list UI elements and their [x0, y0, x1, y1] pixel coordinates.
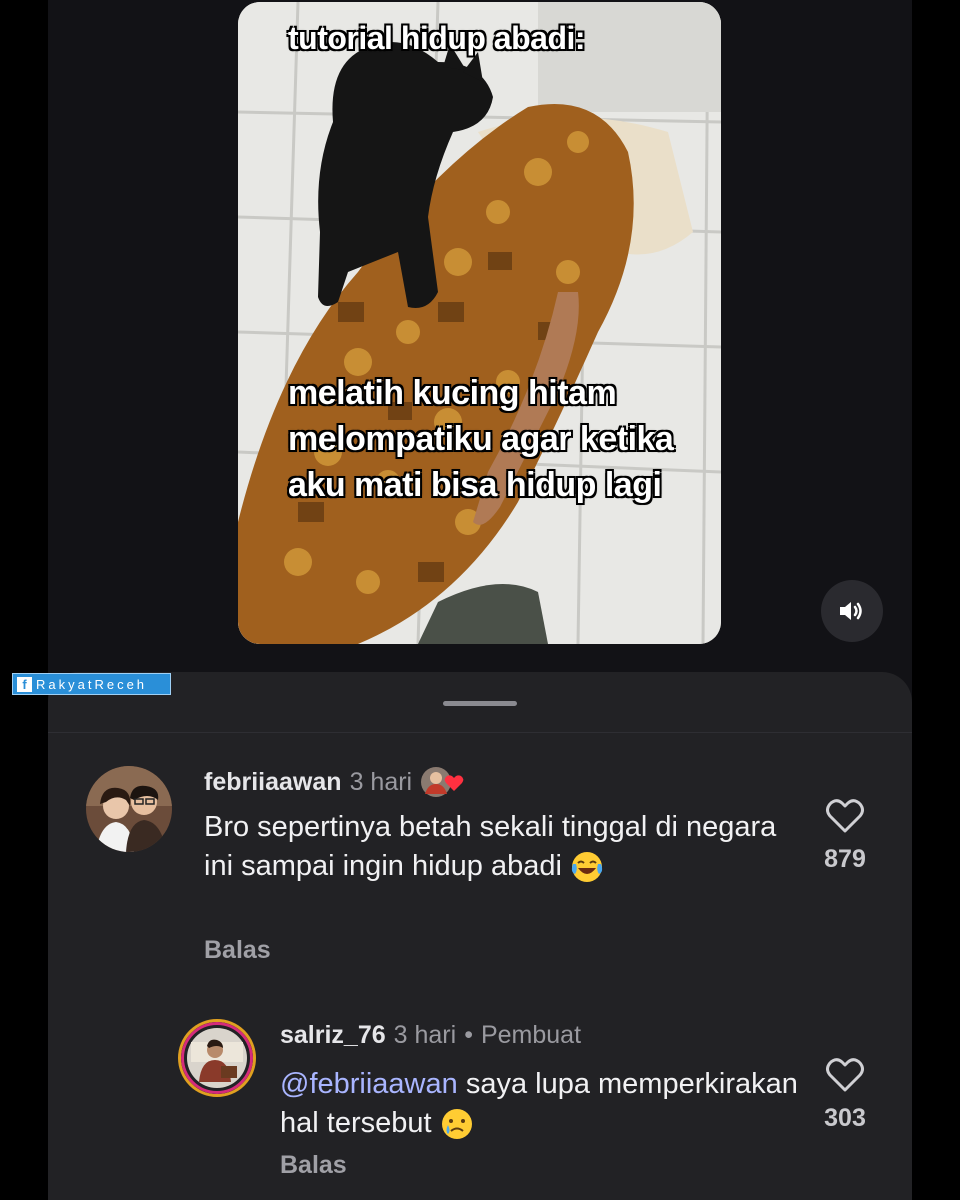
separator: •: [464, 1021, 473, 1049]
sheet-drag-handle[interactable]: [443, 701, 517, 706]
comment-meta: salriz_76 3 hari • Pembuat: [280, 1021, 581, 1050]
like-count: 303: [824, 1104, 866, 1132]
caption-title: tutorial hidup abadi:: [288, 20, 586, 56]
comment-meta: febriiaawan 3 hari: [204, 764, 466, 800]
username[interactable]: salriz_76: [280, 1021, 386, 1050]
avatar[interactable]: [178, 1019, 256, 1097]
comments-sheet: febriiaawan 3 hari Bro sepertinya betah …: [48, 672, 912, 1200]
speaker-icon: [840, 602, 862, 620]
laughing-tears-emoji: [571, 852, 603, 883]
timestamp: 3 hari: [393, 1021, 457, 1049]
like-count: 879: [824, 845, 866, 873]
comment-text: Bro sepertinya betah sekali tinggal di n…: [204, 808, 784, 886]
reply-button[interactable]: Balas: [280, 1151, 347, 1180]
creator-liked-badge: [420, 764, 466, 800]
like-control[interactable]: 303: [805, 1057, 885, 1133]
avatar[interactable]: [86, 766, 172, 852]
sad-tear-emoji: [441, 1109, 472, 1140]
like-control[interactable]: 879: [805, 798, 885, 874]
timestamp: 3 hari: [349, 767, 413, 796]
reply-button[interactable]: Balas: [204, 936, 271, 965]
comment-body: Bro sepertinya betah sekali tinggal di n…: [204, 811, 777, 882]
username[interactable]: febriiaawan: [204, 768, 342, 797]
caption-text: melatih kucing hitam melompatiku agar ke…: [288, 374, 674, 504]
watermark: f RakyatReceh: [12, 673, 171, 695]
watermark-text: RakyatReceh: [36, 676, 148, 692]
heart-outline-icon[interactable]: [825, 798, 865, 834]
mention-link[interactable]: @febriiaawan: [280, 1068, 458, 1100]
video-player[interactable]: tutorial hidup abadi: melatih kucing hit…: [238, 2, 721, 644]
sound-toggle-button[interactable]: [821, 580, 883, 642]
video-frame-image: [238, 2, 721, 644]
app-frame: tutorial hidup abadi: melatih kucing hit…: [48, 0, 912, 1200]
divider: [48, 732, 912, 733]
creator-label: Pembuat: [480, 1021, 582, 1049]
comment-text: @febriiaawan saya lupa memperkirakan hal…: [280, 1065, 800, 1143]
facebook-icon: f: [17, 676, 32, 692]
heart-outline-icon[interactable]: [825, 1057, 865, 1093]
